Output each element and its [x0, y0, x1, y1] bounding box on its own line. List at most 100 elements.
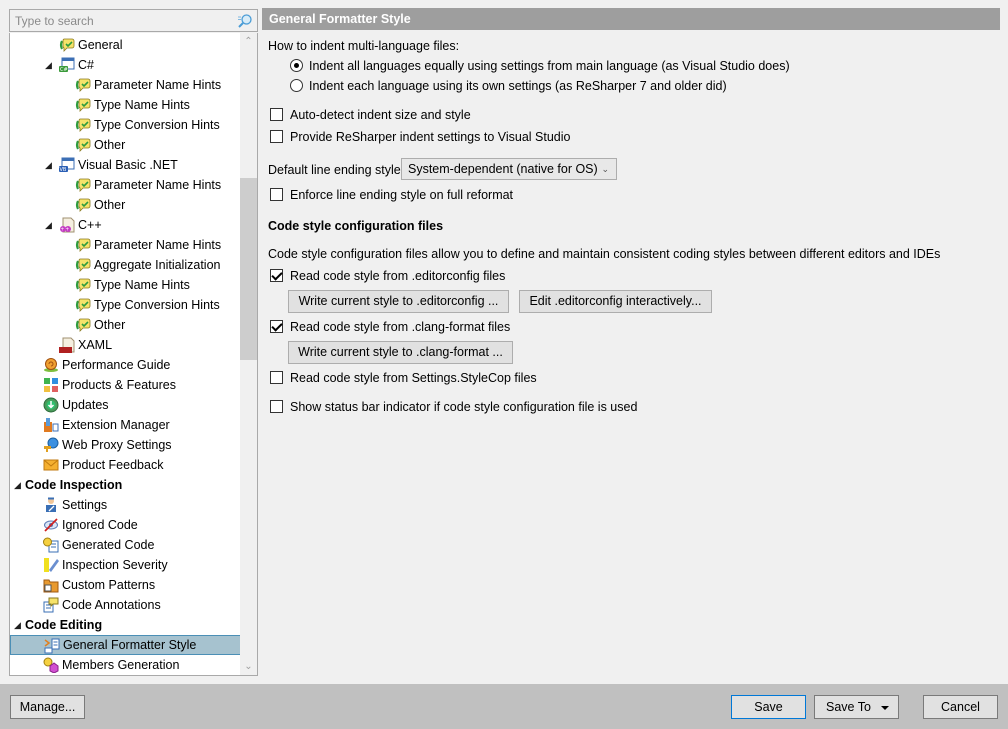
- search-input[interactable]: [10, 10, 230, 31]
- members-generation-icon: [43, 657, 59, 673]
- products-icon: [44, 378, 58, 392]
- svg-text:+: +: [66, 227, 70, 233]
- tree-item[interactable]: Parameter Name Hints: [10, 75, 241, 95]
- save-to-button[interactable]: Save To: [814, 695, 899, 719]
- tree-item[interactable]: Performance Guide: [10, 355, 241, 375]
- line-ending-dropdown[interactable]: System-dependent (native for OS) ⌄: [401, 158, 617, 180]
- updates-icon: [43, 397, 59, 413]
- tree-item[interactable]: Ignored Code: [10, 515, 241, 535]
- checkbox[interactable]: [270, 400, 283, 413]
- radio-indent-equally[interactable]: Indent all languages equally using setti…: [290, 58, 790, 74]
- checkbox[interactable]: [270, 188, 283, 201]
- tree-item[interactable]: Type Name Hints: [10, 95, 241, 115]
- inlay-hints-icon: [75, 258, 91, 272]
- tree-item[interactable]: Product Feedback: [10, 455, 241, 475]
- tree-item-label: Type Conversion Hints: [94, 298, 220, 312]
- tree-item-label: Performance Guide: [62, 358, 171, 372]
- read-clang-format-checkbox[interactable]: Read code style from .clang-format files: [270, 319, 510, 335]
- tree-item[interactable]: ◢ VB Visual Basic .NET: [10, 155, 241, 175]
- settings-tree[interactable]: General ◢ C# C# Parameter Name Hints Type Nam…: [9, 33, 258, 676]
- checkbox[interactable]: [270, 108, 283, 121]
- read-editorconfig-checkbox[interactable]: Read code style from .editorconfig files: [270, 268, 505, 284]
- tree-item[interactable]: Web Proxy Settings: [10, 435, 241, 455]
- expand-collapse-triangle-icon[interactable]: ◢: [14, 475, 24, 495]
- tree-item-label: Aggregate Initialization: [94, 258, 221, 272]
- tree-item[interactable]: Extension Manager: [10, 415, 241, 435]
- tree-item[interactable]: Aggregate Initialization: [10, 255, 241, 275]
- tree-item[interactable]: XAML: [10, 335, 241, 355]
- tree-item-label: XAML: [78, 338, 113, 352]
- tree-item[interactable]: Custom Patterns: [10, 575, 241, 595]
- tree-item[interactable]: Type Conversion Hints: [10, 115, 241, 135]
- tree-item[interactable]: Parameter Name Hints: [10, 175, 241, 195]
- tree-item-label: C#: [78, 58, 94, 72]
- tree-item-label: Other: [94, 138, 126, 152]
- cpp-icon: + +: [60, 217, 75, 233]
- tree-item-label: Custom Patterns: [62, 578, 156, 592]
- tree-item[interactable]: Settings: [10, 495, 241, 515]
- tree-item[interactable]: Parameter Name Hints: [10, 235, 241, 255]
- tree-item-label: Product Feedback: [62, 458, 164, 472]
- inspector-icon: [46, 497, 56, 512]
- inlay-hints-icon: [59, 38, 75, 52]
- tree-item[interactable]: Updates: [10, 395, 241, 415]
- tree-item-label: Type Conversion Hints: [94, 118, 220, 132]
- scroll-up-arrow-icon[interactable]: ⌃: [240, 33, 257, 50]
- expand-collapse-triangle-icon[interactable]: ◢: [45, 215, 55, 235]
- tree-item[interactable]: Code Annotations: [10, 595, 241, 615]
- inlay-hints-icon: [75, 298, 91, 312]
- tree-item[interactable]: Inspection Severity: [10, 555, 241, 575]
- checkbox[interactable]: [270, 269, 283, 282]
- enforce-line-ending-checkbox[interactable]: Enforce line ending style on full reform…: [270, 187, 513, 203]
- tree-item[interactable]: ◢ Code Inspection: [10, 475, 241, 495]
- scrollbar-thumb[interactable]: [240, 178, 257, 360]
- radio-indent-own-settings[interactable]: Indent each language using its own setti…: [290, 78, 727, 94]
- scroll-down-arrow-icon[interactable]: ⌄: [240, 658, 257, 675]
- inlay-hints-icon: [75, 98, 91, 112]
- annotations-icon: [43, 597, 59, 613]
- inlay-hints-icon: [75, 278, 91, 292]
- edit-editorconfig-button[interactable]: Edit .editorconfig interactively...: [519, 290, 712, 313]
- line-ending-label: Default line ending style: [268, 163, 401, 177]
- expand-collapse-triangle-icon[interactable]: ◢: [14, 615, 24, 635]
- tree-item-label: Inspection Severity: [62, 558, 168, 572]
- radio-button[interactable]: [290, 79, 303, 92]
- save-to-label: Save To: [826, 700, 871, 714]
- auto-detect-checkbox[interactable]: Auto-detect indent size and style: [270, 107, 471, 123]
- radio-button[interactable]: [290, 59, 303, 72]
- tree-item[interactable]: Type Conversion Hints: [10, 295, 241, 315]
- checkbox[interactable]: [270, 130, 283, 143]
- tree-item[interactable]: ◢ + + C++: [10, 215, 241, 235]
- status-bar-indicator-checkbox[interactable]: Show status bar indicator if code style …: [270, 399, 637, 415]
- tree-item-label: Parameter Name Hints: [94, 178, 222, 192]
- tree-item-label: Parameter Name Hints: [94, 238, 222, 252]
- provide-indent-checkbox[interactable]: Provide ReSharper indent settings to Vis…: [270, 129, 571, 145]
- search-icon[interactable]: [237, 13, 253, 29]
- tree-item[interactable]: Other: [10, 315, 241, 335]
- line-ending-value: System-dependent (native for OS): [408, 162, 598, 176]
- tree-item[interactable]: General Formatter Style: [10, 635, 241, 655]
- tree-item-label: Updates: [62, 398, 109, 412]
- save-button[interactable]: Save: [731, 695, 806, 719]
- checkbox[interactable]: [270, 371, 283, 384]
- tree-item[interactable]: Generated Code: [10, 535, 241, 555]
- expand-collapse-triangle-icon[interactable]: ◢: [45, 155, 55, 175]
- read-stylecop-checkbox[interactable]: Read code style from Settings.StyleCop f…: [270, 370, 537, 386]
- tree-item[interactable]: Other: [10, 135, 241, 155]
- write-clang-format-button[interactable]: Write current style to .clang-format ...: [288, 341, 513, 364]
- search-box[interactable]: [9, 9, 258, 32]
- tree-item[interactable]: ◢ C# C#: [10, 55, 241, 75]
- tree-item[interactable]: Members Generation: [10, 655, 241, 675]
- tree-item[interactable]: Type Name Hints: [10, 275, 241, 295]
- manage-button[interactable]: Manage...: [10, 695, 85, 719]
- expand-collapse-triangle-icon[interactable]: ◢: [45, 55, 55, 75]
- extension-icon: [44, 418, 59, 432]
- tree-item[interactable]: Other: [10, 195, 241, 215]
- tree-item[interactable]: ◢ Code Editing: [10, 615, 241, 635]
- tree-item[interactable]: General: [10, 35, 241, 55]
- cancel-button[interactable]: Cancel: [923, 695, 998, 719]
- checkbox[interactable]: [270, 320, 283, 333]
- write-editorconfig-button[interactable]: Write current style to .editorconfig ...: [288, 290, 509, 313]
- tree-scrollbar[interactable]: ⌃ ⌄: [240, 33, 257, 675]
- tree-item[interactable]: Products & Features: [10, 375, 241, 395]
